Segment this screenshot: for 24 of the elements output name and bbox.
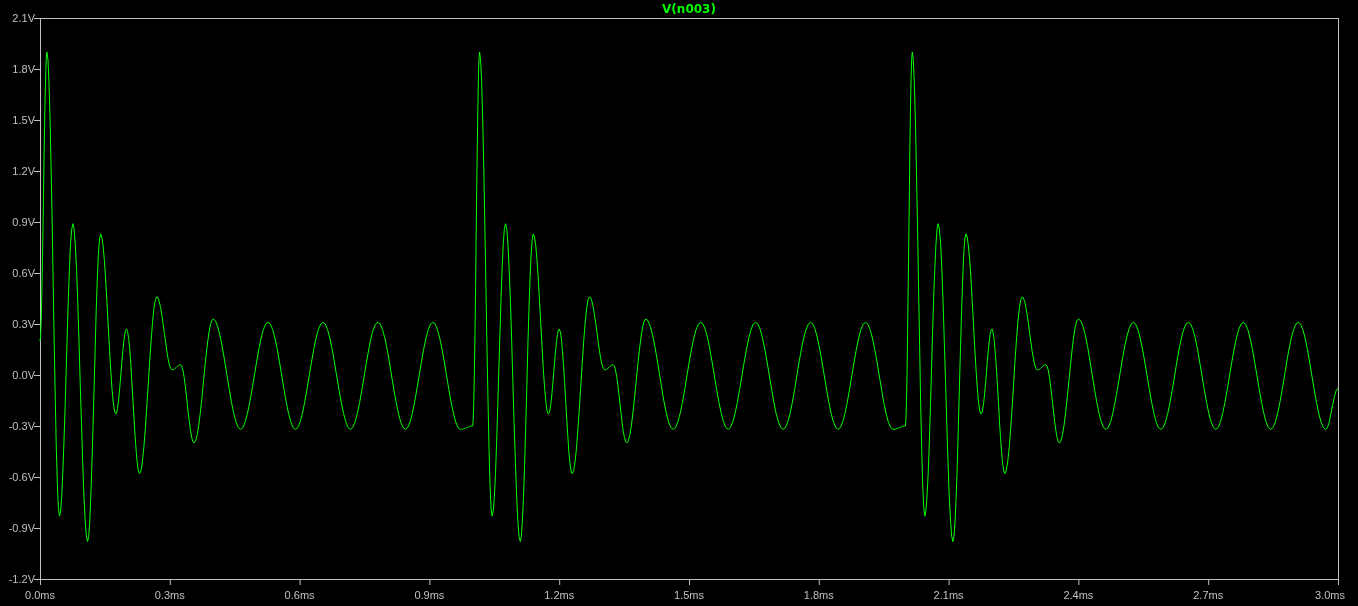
x-axis-label: 0.3ms [154, 589, 185, 601]
x-axis-label: 1.8ms [803, 589, 834, 601]
x-axis-label: 1.5ms [674, 589, 704, 601]
y-axis-label: 1.5V [12, 114, 35, 126]
y-axis-label: -0.6V [8, 471, 35, 483]
y-axis-label: 0.3V [12, 318, 35, 330]
y-axis-label: 0.0V [12, 369, 35, 381]
x-axis-label: 2.1ms [933, 589, 964, 601]
y-axis-label: -1.2V [8, 573, 35, 585]
x-axis-label: 3.0ms [1315, 589, 1345, 601]
x-axis-label: 1.2ms [544, 589, 575, 601]
y-axis-label: -0.9V [8, 522, 35, 534]
x-axis-label: 0.0ms [25, 589, 55, 601]
y-axis-label: 0.9V [12, 216, 35, 228]
y-axis-label: 0.6V [12, 267, 35, 279]
x-axis-label: 2.7ms [1193, 589, 1224, 601]
y-axis-label: 1.8V [12, 63, 35, 75]
trace-title: V(n003) [662, 2, 716, 16]
x-axis-label: 0.6ms [284, 589, 315, 601]
x-axis-label: 2.4ms [1063, 589, 1094, 601]
x-axis-label: 0.9ms [414, 589, 445, 601]
y-axis-label: 2.1V [12, 12, 35, 24]
y-axis-label: -0.3V [8, 420, 35, 432]
y-axis-label: 1.2V [12, 165, 35, 177]
